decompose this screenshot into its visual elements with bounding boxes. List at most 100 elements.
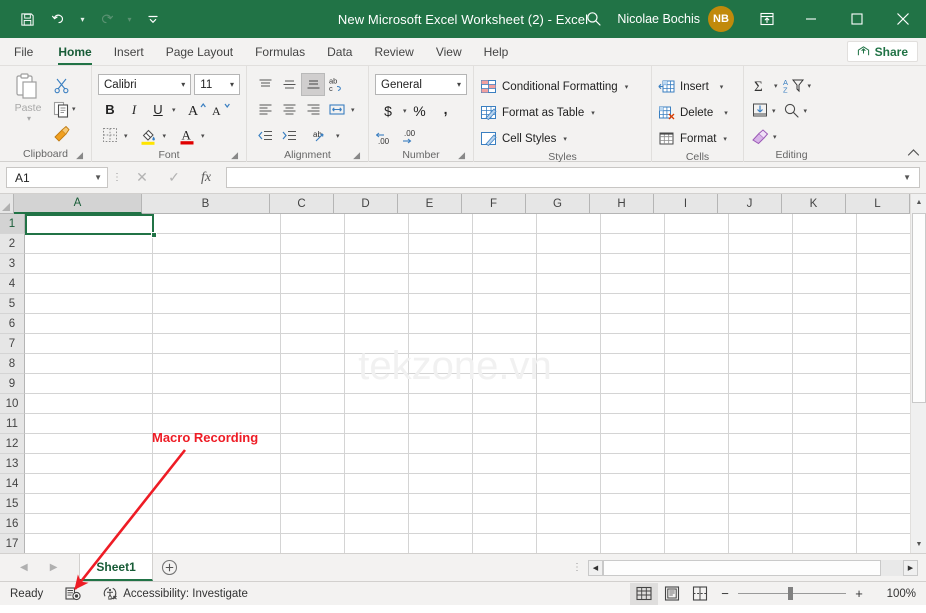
cell-F13[interactable] [473, 454, 537, 474]
cell-F12[interactable] [473, 434, 537, 454]
row-header-2[interactable]: 2 [0, 234, 25, 254]
cell-I3[interactable] [665, 254, 729, 274]
column-header-A[interactable]: A [14, 194, 142, 214]
cell-F1[interactable] [473, 214, 537, 234]
cell-C7[interactable] [281, 334, 345, 354]
cell-J5[interactable] [729, 294, 793, 314]
ribbon-display-options-icon[interactable] [746, 0, 788, 38]
cell-G2[interactable] [537, 234, 601, 254]
font-color-dropdown-icon[interactable]: ▾ [201, 132, 205, 140]
cell-I1[interactable] [665, 214, 729, 234]
column-header-G[interactable]: G [526, 194, 590, 214]
increase-indent-button[interactable] [277, 124, 301, 147]
scroll-up-icon[interactable]: ▲ [911, 194, 926, 211]
row-header-8[interactable]: 8 [0, 354, 25, 374]
cell-A7[interactable] [25, 334, 153, 354]
cell-E8[interactable] [409, 354, 473, 374]
cell-A15[interactable] [25, 494, 153, 514]
cell-I10[interactable] [665, 394, 729, 414]
cell-styles-dropdown-icon[interactable]: ▾ [563, 135, 567, 143]
insert-cells-dropdown-icon[interactable]: ▾ [720, 83, 724, 91]
cell-E12[interactable] [409, 434, 473, 454]
paste-dropdown-icon[interactable]: ▾ [27, 114, 31, 123]
cell-G17[interactable] [537, 534, 601, 553]
cell-I9[interactable] [665, 374, 729, 394]
cell-B13[interactable] [153, 454, 281, 474]
fill-button[interactable] [750, 99, 770, 122]
cell-A9[interactable] [25, 374, 153, 394]
cell-E10[interactable] [409, 394, 473, 414]
cell-L9[interactable] [857, 374, 910, 394]
undo-dropdown-icon[interactable]: ▾ [76, 5, 89, 33]
previous-sheet-icon[interactable]: ◀ [20, 562, 28, 573]
page-break-preview-button[interactable] [686, 583, 714, 605]
cell-E15[interactable] [409, 494, 473, 514]
select-all-button[interactable] [0, 194, 14, 214]
cell-L16[interactable] [857, 514, 910, 534]
cell-I13[interactable] [665, 454, 729, 474]
fill-color-dropdown-icon[interactable]: ▾ [163, 132, 167, 140]
cell-F2[interactable] [473, 234, 537, 254]
cell-K10[interactable] [793, 394, 857, 414]
font-size-input[interactable]: 11 ▾ [194, 74, 240, 95]
cell-E16[interactable] [409, 514, 473, 534]
percent-style-button[interactable]: % [407, 99, 433, 122]
tab-review[interactable]: Review [363, 38, 424, 65]
cell-L4[interactable] [857, 274, 910, 294]
cell-L2[interactable] [857, 234, 910, 254]
cell-J16[interactable] [729, 514, 793, 534]
cell-I5[interactable] [665, 294, 729, 314]
cell-H1[interactable] [601, 214, 665, 234]
column-header-D[interactable]: D [334, 194, 398, 214]
cell-L13[interactable] [857, 454, 910, 474]
cell-H6[interactable] [601, 314, 665, 334]
cell-J3[interactable] [729, 254, 793, 274]
cell-D10[interactable] [345, 394, 409, 414]
cell-K16[interactable] [793, 514, 857, 534]
cell-J7[interactable] [729, 334, 793, 354]
cell-G7[interactable] [537, 334, 601, 354]
fill-handle[interactable] [151, 232, 157, 238]
row-header-15[interactable]: 15 [0, 494, 25, 514]
cell-L17[interactable] [857, 534, 910, 553]
zoom-level[interactable]: 100% [870, 588, 916, 600]
cell-E9[interactable] [409, 374, 473, 394]
row-header-11[interactable]: 11 [0, 414, 25, 434]
tab-help[interactable]: Help [473, 38, 520, 65]
add-sheet-button[interactable] [153, 559, 187, 576]
cell-C15[interactable] [281, 494, 345, 514]
decrease-indent-button[interactable] [253, 124, 277, 147]
paste-button[interactable]: Paste ▾ [6, 71, 50, 146]
sort-filter-dropdown-icon[interactable]: ▾ [808, 82, 812, 90]
cell-E11[interactable] [409, 414, 473, 434]
cell-K12[interactable] [793, 434, 857, 454]
cell-H8[interactable] [601, 354, 665, 374]
cell-H15[interactable] [601, 494, 665, 514]
cell-F9[interactable] [473, 374, 537, 394]
fill-dropdown-icon[interactable]: ▾ [772, 107, 776, 115]
align-left-button[interactable] [253, 98, 277, 121]
cell-D14[interactable] [345, 474, 409, 494]
cell-D11[interactable] [345, 414, 409, 434]
cell-F4[interactable] [473, 274, 537, 294]
vertical-scrollbar[interactable]: ▲ ▼ [910, 194, 926, 553]
cell-E6[interactable] [409, 314, 473, 334]
cell-B8[interactable] [153, 354, 281, 374]
cell-styles-button[interactable]: Cell Styles ▾ [480, 126, 645, 151]
row-header-13[interactable]: 13 [0, 454, 25, 474]
cell-C5[interactable] [281, 294, 345, 314]
autosum-dropdown-icon[interactable]: ▾ [774, 82, 778, 90]
clipboard-dialog-launcher[interactable]: ◢ [76, 150, 83, 161]
cell-C3[interactable] [281, 254, 345, 274]
scroll-down-icon[interactable]: ▼ [911, 536, 926, 553]
cell-F14[interactable] [473, 474, 537, 494]
row-header-16[interactable]: 16 [0, 514, 25, 534]
cell-B10[interactable] [153, 394, 281, 414]
conditional-formatting-dropdown-icon[interactable]: ▾ [625, 83, 629, 91]
cell-C2[interactable] [281, 234, 345, 254]
wrap-text-button[interactable]: ab [310, 124, 334, 147]
cell-I17[interactable] [665, 534, 729, 553]
cell-A12[interactable] [25, 434, 153, 454]
bottom-align-button[interactable] [301, 73, 325, 96]
borders-dropdown-icon[interactable]: ▾ [124, 132, 128, 140]
